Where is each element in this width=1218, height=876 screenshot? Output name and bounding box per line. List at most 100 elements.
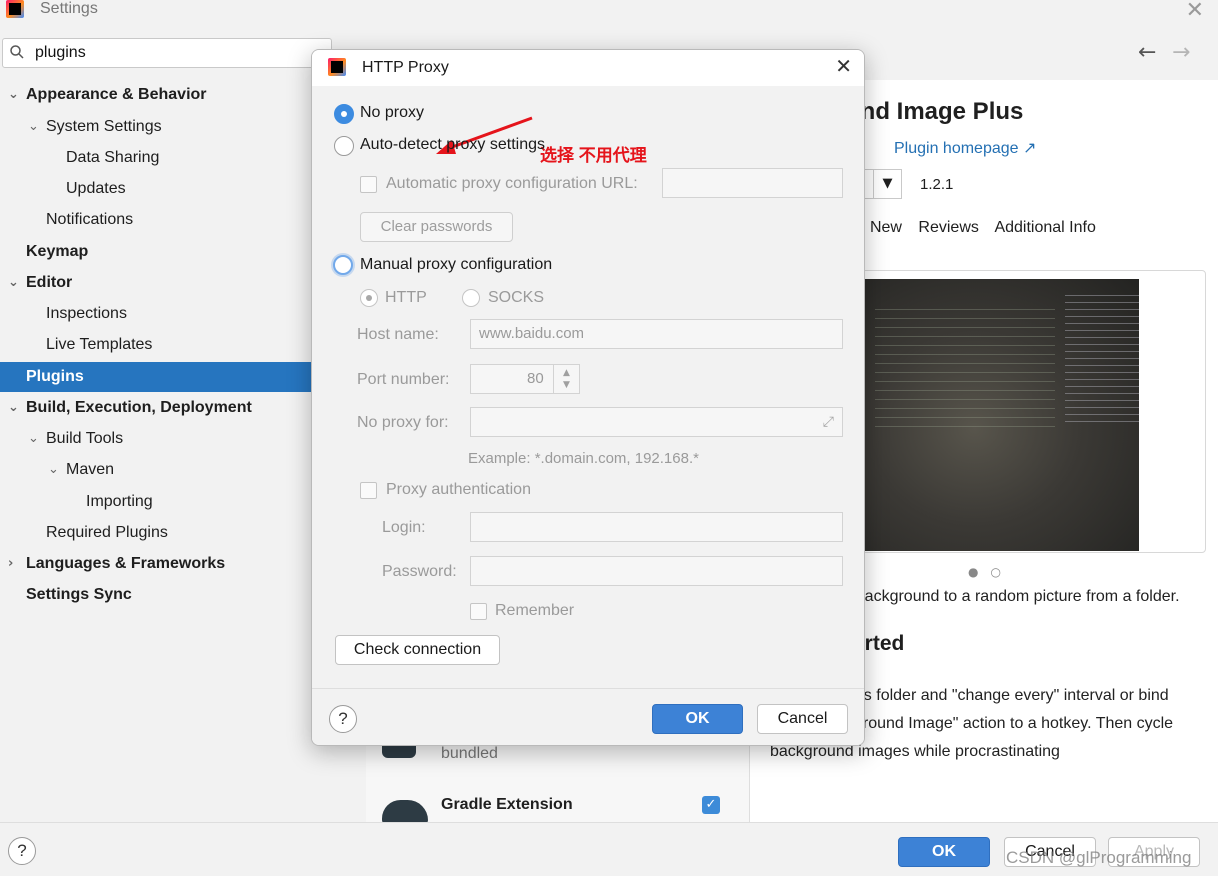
expand-icon[interactable]: ⤢ <box>823 414 834 430</box>
chevron-right-icon[interactable]: › <box>8 549 22 579</box>
port-number-value: 80 <box>527 370 544 387</box>
dialog-titlebar: HTTP Proxy ✕ <box>312 50 864 86</box>
http-proxy-dialog: HTTP Proxy ✕ No proxy 选择 不用代理 Auto-detec… <box>311 49 865 746</box>
login-input[interactable] <box>470 512 843 542</box>
plugin-version: 1.2.1 <box>920 176 954 193</box>
tree-item-required-plugins[interactable]: Required Plugins <box>0 518 312 548</box>
tree-item-keymap[interactable]: Keymap <box>0 237 312 267</box>
search-icon <box>10 45 24 59</box>
dialog-title: HTTP Proxy <box>362 59 449 76</box>
plugin-screenshot-frame[interactable] <box>850 270 1206 553</box>
clear-passwords-button[interactable]: Clear passwords <box>360 212 513 242</box>
proxy-auth-checkbox[interactable] <box>360 482 377 499</box>
http-label: HTTP <box>385 289 427 306</box>
port-number-label: Port number: <box>357 371 450 388</box>
no-proxy-for-input[interactable]: ⤢ <box>470 407 843 437</box>
screenshot-project-tree <box>1065 295 1139 425</box>
tree-item-languages-frameworks[interactable]: › Languages & Frameworks <box>0 549 312 579</box>
tab-reviews[interactable]: Reviews <box>918 219 978 236</box>
host-name-label: Host name: <box>357 326 439 343</box>
tree-item-maven[interactable]: ⌄ Maven <box>0 455 312 485</box>
tree-item-live-templates[interactable]: Live Templates <box>0 330 312 360</box>
back-arrow-icon[interactable]: ← <box>1138 40 1156 65</box>
password-input[interactable] <box>470 556 843 586</box>
plugin-homepage-link[interactable]: Plugin homepage ↗ <box>894 138 1036 158</box>
plugin-description: r background to a random picture from a … <box>846 588 1180 605</box>
chevron-down-icon[interactable]: ⌄ <box>28 112 42 142</box>
plugin-title: und Image Plus <box>846 98 1024 125</box>
search-value: plugins <box>35 44 86 61</box>
tree-item-notifications[interactable]: Notifications <box>0 205 312 235</box>
annotation-text: 选择 不用代理 <box>540 146 647 165</box>
plugin-screenshot-image <box>865 279 1139 551</box>
auto-config-url-checkbox[interactable] <box>360 176 377 193</box>
tree-item-data-sharing[interactable]: Data Sharing <box>0 143 312 173</box>
no-proxy-radio[interactable] <box>334 104 354 124</box>
dialog-ok-button[interactable]: OK <box>652 704 743 734</box>
socks-radio[interactable] <box>462 289 480 307</box>
http-radio[interactable] <box>360 289 378 307</box>
tree-item-appearance-behavior[interactable]: ⌄ Appearance & Behavior <box>0 80 312 110</box>
chevron-down-icon[interactable]: ⌄ <box>8 80 22 110</box>
host-name-input[interactable]: www.baidu.com <box>470 319 843 349</box>
proxy-auth-label: Proxy authentication <box>386 481 531 498</box>
chevron-down-icon[interactable]: ⌄ <box>48 455 62 485</box>
port-number-input[interactable]: 80 ▲ ▼ <box>470 364 580 394</box>
tree-item-updates[interactable]: Updates <box>0 174 312 204</box>
port-spinner-icon[interactable]: ▲ ▼ <box>553 365 579 393</box>
triangle-down-icon[interactable]: ▼ <box>873 170 901 198</box>
remember-checkbox[interactable] <box>470 603 487 620</box>
settings-search-input[interactable]: plugins <box>2 38 332 68</box>
chevron-down-icon[interactable]: ⌄ <box>8 268 22 298</box>
no-proxy-example: Example: *.domain.com, 192.168.* <box>468 450 699 467</box>
dialog-help-button[interactable]: ? <box>329 705 357 733</box>
auto-detect-radio[interactable] <box>334 136 354 156</box>
plugin-icon <box>382 744 416 758</box>
manual-proxy-radio[interactable] <box>333 255 353 275</box>
intellij-logo-icon <box>6 0 24 18</box>
password-label: Password: <box>382 563 457 580</box>
gradle-elephant-icon <box>382 800 428 824</box>
tree-item-editor[interactable]: ⌄ Editor <box>0 268 312 298</box>
window-title: Settings <box>40 0 98 17</box>
plugin-gradle-extension[interactable]: Gradle Extension <box>441 796 573 814</box>
login-label: Login: <box>382 519 426 536</box>
socks-label: SOCKS <box>488 289 545 306</box>
manual-proxy-label[interactable]: Manual proxy configuration <box>360 256 552 274</box>
tab-additional-info[interactable]: Additional Info <box>994 219 1095 236</box>
no-proxy-label[interactable]: No proxy <box>360 104 424 122</box>
no-proxy-for-label: No proxy for: <box>357 414 449 431</box>
settings-titlebar: Settings ✕ <box>0 0 1218 24</box>
chevron-down-icon[interactable]: ⌄ <box>28 424 42 454</box>
plugin-tabs: t's New Reviews Additional Info <box>850 219 1108 237</box>
tree-item-build-execution-deployment[interactable]: ⌄ Build, Execution, Deployment <box>0 393 312 423</box>
forward-arrow-icon[interactable]: → <box>1172 40 1190 65</box>
tree-item-system-settings[interactable]: ⌄ System Settings <box>0 112 312 142</box>
tree-item-plugins[interactable]: Plugins <box>0 362 312 392</box>
remember-label: Remember <box>495 602 575 619</box>
window-close-icon[interactable]: ✕ <box>1186 0 1204 23</box>
dialog-body: No proxy 选择 不用代理 Auto-detect proxy setti… <box>312 86 864 688</box>
tree-item-importing[interactable]: Importing <box>0 487 312 517</box>
plugin-bundled-label: bundled <box>441 745 498 762</box>
settings-ok-button[interactable]: OK <box>898 837 990 867</box>
check-connection-button[interactable]: Check connection <box>335 635 500 665</box>
tree-item-build-tools[interactable]: ⌄ Build Tools <box>0 424 312 454</box>
tree-item-inspections[interactable]: Inspections <box>0 299 312 329</box>
help-button[interactable]: ? <box>8 837 36 865</box>
chevron-down-icon[interactable]: ⌄ <box>8 393 22 423</box>
intellij-logo-icon <box>328 58 346 76</box>
screenshot-code-lines <box>875 309 1055 429</box>
dialog-cancel-button[interactable]: Cancel <box>757 704 848 734</box>
tree-item-settings-sync[interactable]: Settings Sync <box>0 580 312 610</box>
plugin-enabled-checkbox[interactable]: ✓ <box>702 796 720 814</box>
auto-config-url-label: Automatic proxy configuration URL: <box>386 175 638 192</box>
auto-config-url-input[interactable] <box>662 168 843 198</box>
dialog-close-icon[interactable]: ✕ <box>835 54 852 78</box>
settings-sidebar: plugins ⌄ Appearance & Behavior ⌄ System… <box>0 24 332 822</box>
auto-detect-label[interactable]: Auto-detect proxy settings <box>360 136 545 154</box>
csdn-watermark: CSDN @glProgramming <box>1006 848 1192 867</box>
dialog-footer: ? OK Cancel <box>312 688 864 745</box>
screenshot-pager-dots[interactable]: ●○ <box>968 565 1013 579</box>
host-name-value: www.baidu.com <box>479 325 585 342</box>
